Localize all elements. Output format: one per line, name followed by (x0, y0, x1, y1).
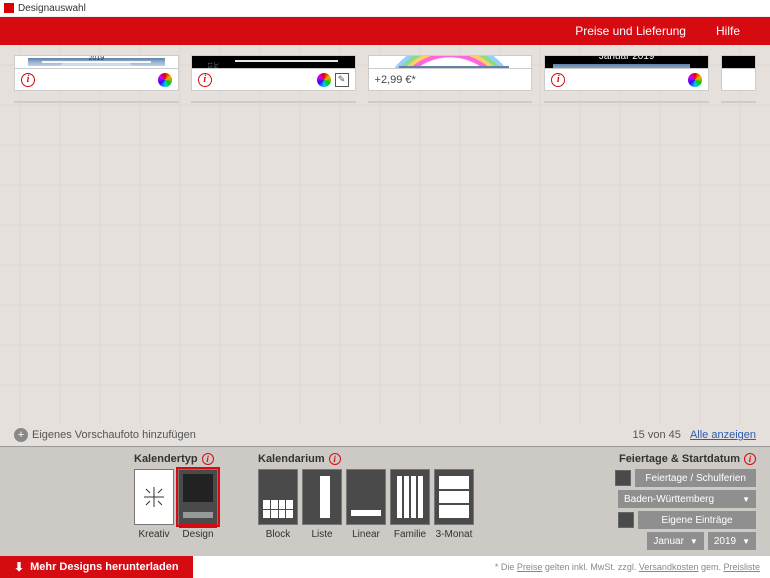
info-icon[interactable]: i (21, 73, 35, 87)
info-icon[interactable]: i (198, 73, 212, 87)
calendar-month-indicator: .......... 01 ..........2019 (15, 56, 178, 62)
gallery-row-2: Januar 19 Januar 2019 ♡ ☀ Jan 19 (14, 101, 756, 103)
kal-block[interactable]: Block (258, 469, 298, 540)
shipping-link[interactable]: Versandkosten (639, 562, 699, 572)
design-card[interactable]: ♡ ☀ (368, 101, 533, 103)
gallery-actions: + Eigenes Vorschaufoto hinzufügen 15 von… (0, 424, 770, 446)
design-card[interactable]: Jan 19 (544, 101, 709, 103)
design-preview (722, 56, 755, 68)
kal-liste[interactable]: Liste (302, 469, 342, 540)
design-gallery: .......... 01 ..........2019 i Januar 19… (0, 45, 770, 424)
region-select[interactable]: Baden-Württemberg▼ (618, 490, 756, 508)
chevron-down-icon: ▼ (742, 495, 750, 504)
card-infobar: i (545, 68, 708, 90)
photo-placeholder-icon (399, 66, 509, 68)
nav-prices[interactable]: Preise und Lieferung (575, 24, 686, 38)
window-title: Designauswahl (18, 3, 86, 14)
design-card[interactable]: .......... 01 ..........2019 i (14, 55, 179, 91)
holidays-checkbox[interactable] (615, 470, 631, 486)
calendar-month-label: Januar 2019 (545, 56, 708, 62)
card-infobar: +2,99 €* (369, 68, 532, 90)
design-card-partial[interactable] (721, 55, 756, 91)
kal-familie[interactable]: Familie (390, 469, 430, 540)
config-kalendarium: Kalendariumi Block Liste Linear Familie … (258, 453, 474, 556)
plus-icon: + (14, 428, 28, 442)
color-picker-icon[interactable] (158, 73, 172, 87)
design-card[interactable]: Januar 2019 (191, 101, 356, 103)
app-icon (4, 3, 14, 13)
year-select[interactable]: 2019▼ (708, 532, 756, 550)
card-infobar (722, 68, 755, 90)
config-feiertage: Feiertage & Startdatumi Feiertage / Schu… (615, 453, 756, 556)
design-preview: Januar 2019 (545, 56, 708, 68)
custom-checkbox[interactable] (618, 512, 634, 528)
design-card[interactable]: Januar 19 (14, 101, 179, 103)
color-picker-icon[interactable] (688, 73, 702, 87)
design-preview: Januar 19 (192, 56, 355, 68)
price-label: +2,99 €* (375, 74, 416, 86)
show-all-link[interactable]: Alle anzeigen (690, 429, 756, 441)
kal-linear[interactable]: Linear (346, 469, 386, 540)
footer: ⬇ Mehr Designs herunterladen * Die Preis… (0, 556, 770, 578)
color-picker-icon[interactable] (317, 73, 331, 87)
gallery-row-1: .......... 01 ..........2019 i Januar 19… (14, 55, 756, 91)
kal-3monat[interactable]: 3-Monat (434, 469, 474, 540)
card-infobar: i (15, 68, 178, 90)
window-titlebar: Designauswahl (0, 0, 770, 17)
chevron-down-icon: ▼ (742, 537, 750, 546)
design-card[interactable]: Januar 19 i ✎ (191, 55, 356, 91)
month-select[interactable]: Januar▼ (647, 532, 704, 550)
result-count: 15 von 45 Alle anzeigen (633, 429, 756, 441)
custom-entries-button[interactable]: Eigene Einträge (638, 511, 756, 529)
top-nav: Preise und Lieferung Hilfe (0, 17, 770, 45)
info-icon[interactable]: i (329, 453, 341, 465)
price-disclaimer: * Die Preise gelten inkl. MwSt. zzgl. Ve… (495, 562, 760, 572)
photo-placeholder-icon (553, 64, 690, 68)
download-more-button[interactable]: ⬇ Mehr Designs herunterladen (0, 556, 193, 578)
info-icon[interactable]: i (744, 453, 756, 465)
design-card[interactable]: Januar 2019 i (544, 55, 709, 91)
info-icon[interactable]: i (202, 453, 214, 465)
info-icon[interactable]: i (551, 73, 565, 87)
config-kalendertyp: Kalendertypi Kreativ Design (134, 453, 218, 556)
edit-icon[interactable]: ✎ (335, 73, 349, 87)
nav-help[interactable]: Hilfe (716, 24, 740, 38)
design-preview: .......... 01 ..........2019 (15, 56, 178, 68)
type-design[interactable]: Design (178, 469, 218, 540)
config-panel: Kalendertypi Kreativ Design Kalendariumi… (0, 446, 770, 556)
design-card-partial[interactable] (721, 101, 756, 103)
download-icon: ⬇ (14, 560, 24, 574)
design-preview: Januar 2019 ✿ ✿ ✿ ✿ ✿ (369, 56, 532, 68)
type-kreativ[interactable]: Kreativ (134, 469, 174, 540)
add-preview-photo[interactable]: + Eigenes Vorschaufoto hinzufügen (14, 428, 196, 442)
card-infobar: i ✎ (192, 68, 355, 90)
pricelist-link[interactable]: Preisliste (723, 562, 760, 572)
chevron-down-icon: ▼ (690, 537, 698, 546)
design-card[interactable]: Januar 2019 ✿ ✿ ✿ ✿ ✿ +2,99 €* (368, 55, 533, 91)
price-link[interactable]: Preise (517, 562, 543, 572)
holidays-button[interactable]: Feiertage / Schulferien (635, 469, 756, 487)
